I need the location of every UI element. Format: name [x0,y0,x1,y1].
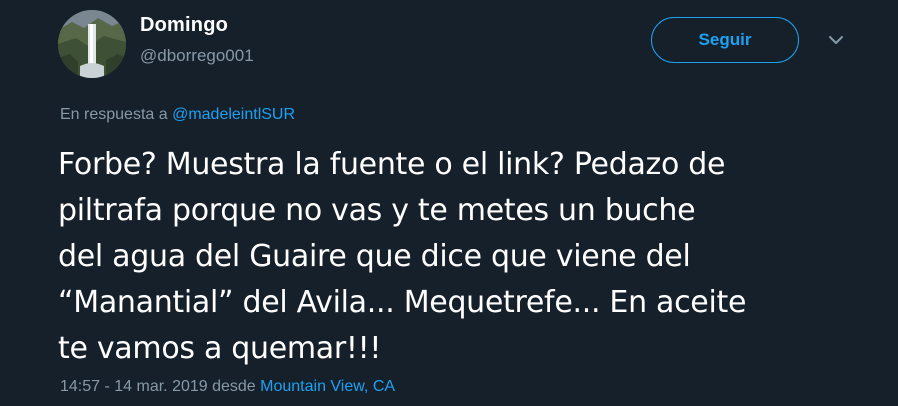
tweet-text-line: te vamos a quemar!!! [58,331,382,366]
reply-mention-link[interactable]: @madeleintlSUR [172,106,295,123]
tweet-text-line: piltrafa porque no vas y te metes un buc… [58,193,696,228]
author-display-name[interactable]: Domingo [140,14,228,37]
waterfall-photo-icon [58,10,126,78]
avatar[interactable] [58,10,126,78]
tweet-text: Forbe? Muestra la fuente o el link? Peda… [58,142,858,372]
follow-button[interactable]: Seguir [651,17,799,63]
tweet-from-label: desde [212,378,256,395]
tweet-meta: 14:57 - 14 mar. 2019 desde Mountain View… [60,378,395,396]
tweet-text-line: del agua del Guaire que dice que viene d… [58,239,691,274]
tweet-text-line: Forbe? Muestra la fuente o el link? Peda… [58,147,726,182]
chevron-down-icon[interactable] [826,30,846,50]
tweet-timestamp[interactable]: 14:57 - 14 mar. 2019 [60,378,208,395]
tweet-location-link[interactable]: Mountain View, CA [260,378,395,395]
tweet-text-line: “Manantial” del Avila... Mequetrefe... E… [58,285,747,320]
author-handle[interactable]: @dborrego001 [140,46,254,66]
reply-prefix: En respuesta a [60,106,168,123]
reply-context: En respuesta a @madeleintlSUR [60,106,295,124]
